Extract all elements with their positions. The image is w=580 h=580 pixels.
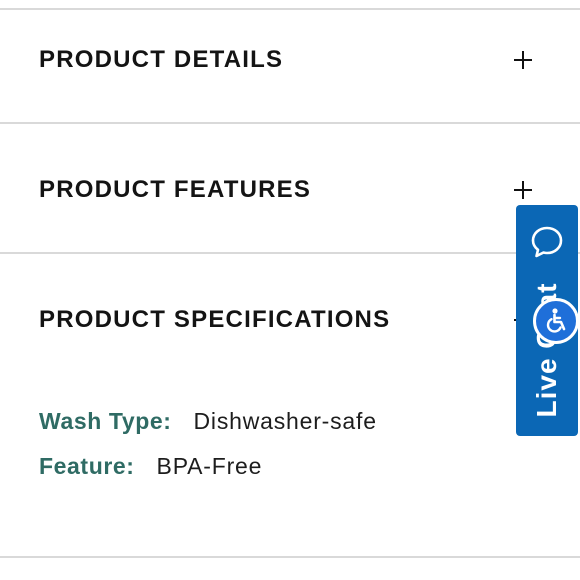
bottom-divider (0, 556, 580, 558)
spec-label: Wash Type: (39, 408, 172, 434)
chat-bubble-icon (531, 226, 563, 258)
accordion-title: PRODUCT FEATURES (39, 176, 312, 203)
accordion-title: PRODUCT SPECIFICATIONS (39, 306, 391, 333)
plus-icon[interactable] (514, 181, 532, 199)
accordion-product-features[interactable]: PRODUCT FEATURES (0, 160, 580, 220)
spec-row-feature: Feature: BPA-Free (39, 453, 262, 480)
plus-icon[interactable] (514, 51, 532, 69)
product-info-page: PRODUCT DETAILS PRODUCT FEATURES PRODUCT… (0, 0, 580, 580)
accessibility-button[interactable] (533, 298, 579, 344)
spec-value: BPA-Free (156, 453, 263, 479)
accordion-product-specifications[interactable]: PRODUCT SPECIFICATIONS (0, 290, 580, 350)
spec-label: Feature: (39, 453, 135, 479)
accordion-product-details[interactable]: PRODUCT DETAILS (0, 30, 580, 90)
divider (0, 122, 580, 124)
spec-value: Dishwasher-safe (193, 408, 377, 434)
top-divider (0, 8, 580, 10)
accordion-title: PRODUCT DETAILS (39, 46, 284, 73)
wheelchair-accessibility-icon (546, 308, 566, 333)
spec-row-wash-type: Wash Type: Dishwasher-safe (39, 408, 377, 435)
divider (0, 252, 580, 254)
